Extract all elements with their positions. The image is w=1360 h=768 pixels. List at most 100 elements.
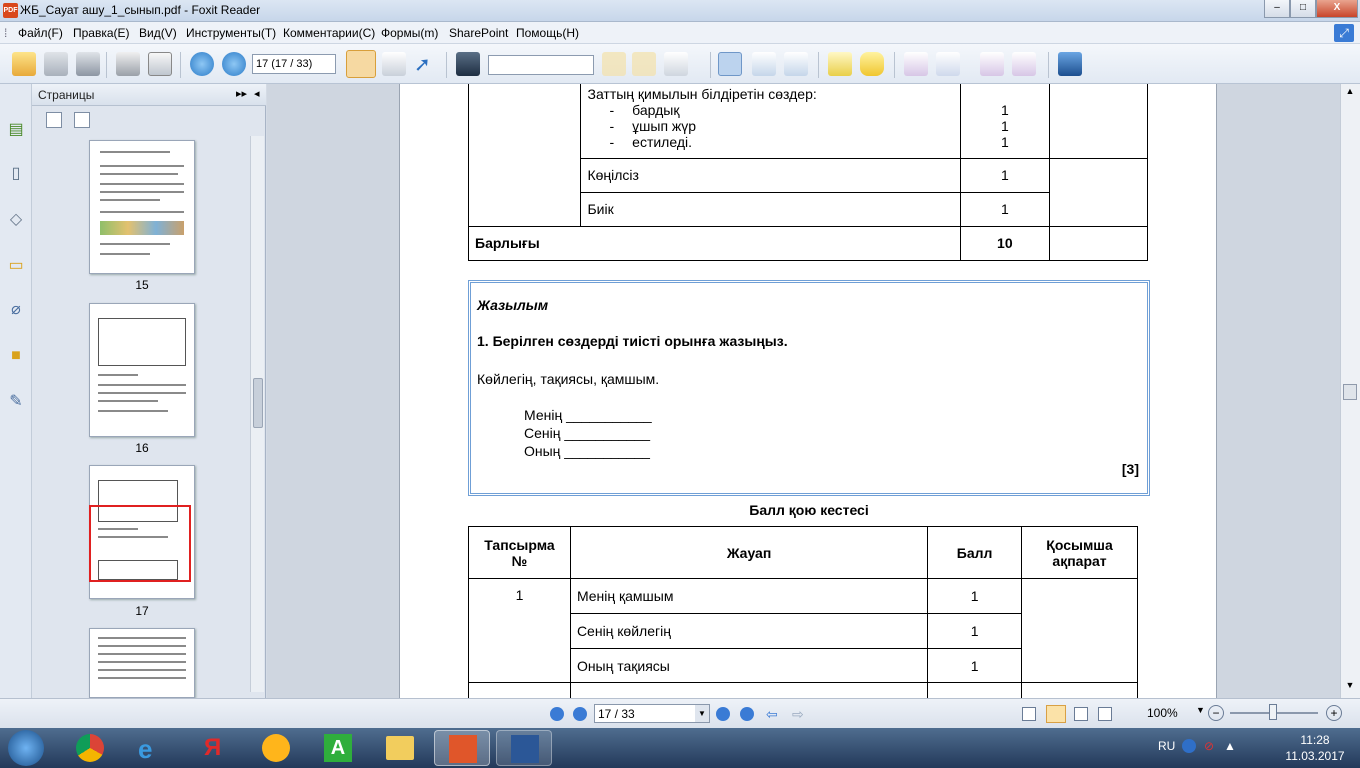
start-button-icon[interactable] [8,730,44,766]
select-arrow-icon[interactable]: ➚ [414,52,438,76]
page-selector[interactable]: 17 / 33 ▼ [594,704,710,723]
show-hidden-icons-icon[interactable]: ▲ [1224,739,1236,753]
maximize-button[interactable]: □ [1290,0,1316,18]
page-selector-value: 17 / 33 [598,707,635,721]
file-explorer-icon[interactable] [372,730,428,766]
scrollbar-thumb[interactable] [1343,384,1357,400]
thumbnail-page-18[interactable] [89,628,195,698]
sign-icon[interactable] [1058,52,1082,76]
minimize-button[interactable]: – [1264,0,1290,18]
expand-panel-icon[interactable]: ▸▸ [236,87,247,100]
side-tool-strip: ▤ ▯ ◇ ▭ ⌀ ■ ✎ [0,84,32,698]
print-icon[interactable] [116,52,140,76]
next-page-icon[interactable] [716,707,730,721]
thumbnail-zoom-in-icon[interactable] [46,112,62,128]
zoom-in-icon[interactable]: + [1326,705,1342,721]
zoom-dropdown-icon[interactable]: ▼ [1196,705,1205,715]
header-extra-info: Қосымша ақпарат [1021,526,1138,579]
yandex-browser-icon[interactable]: Я [186,730,242,766]
thumbnail-zoom-out-icon[interactable] [74,112,90,128]
language-indicator[interactable]: RU [1158,739,1175,753]
header-answer: Жауап [569,526,929,579]
continuous-facing-icon[interactable] [1098,707,1112,721]
find-previous-icon[interactable] [602,52,626,76]
menu-view[interactable]: Вид(V) [139,26,177,40]
create-pdf-icon[interactable] [904,52,928,76]
go-forward-icon[interactable]: ⇨ [792,706,804,723]
scroll-down-icon[interactable]: ▼ [1343,680,1357,692]
pdf-combine-icon[interactable] [1012,52,1036,76]
next-page-icon[interactable] [222,52,246,76]
zoom-level[interactable]: 100% [1147,706,1178,720]
resize-arrow-icon[interactable]: ⤢ [1334,24,1354,42]
clock-date[interactable]: 11.03.2017 [1280,749,1350,763]
thumbnail-page-15[interactable] [89,140,195,274]
mail-agent-icon[interactable] [248,730,304,766]
bookmarks-icon[interactable]: ▤ [6,120,26,140]
binoculars-search-icon[interactable] [456,52,480,76]
pdf-convert-icon[interactable] [936,52,960,76]
previous-page-icon[interactable] [190,52,214,76]
menu-help[interactable]: Помощь(H) [516,26,579,40]
document-view[interactable]: Заттың қимылын білдіретін сөздер: - барды… [267,84,1340,698]
page-number-field[interactable] [252,54,336,74]
layers-icon[interactable]: ◇ [6,210,26,230]
typewriter-icon[interactable] [828,52,852,76]
foxit-reader-task-icon[interactable] [434,730,490,766]
menu-forms[interactable]: Формы(m) [381,26,438,40]
facing-pages-icon[interactable] [1074,707,1088,721]
previous-page-icon[interactable] [573,707,587,721]
find-next-icon[interactable] [632,52,656,76]
thumbnail-page-16[interactable] [89,303,195,437]
clock-time[interactable]: 11:28 [1280,733,1350,747]
app-a-icon[interactable]: A [310,730,366,766]
internet-explorer-icon[interactable]: e [124,730,180,766]
menu-comments[interactable]: Комментарии(C) [283,26,375,40]
pdf-export-icon[interactable] [980,52,1004,76]
zoom-slider-handle[interactable] [1269,704,1277,720]
document-scrollbar[interactable]: ▲ ▼ [1340,84,1360,698]
single-page-icon[interactable] [1022,707,1036,721]
open-folder-icon[interactable] [12,52,36,76]
fit-page-icon[interactable] [752,52,776,76]
thumbnails-header: Страницы ▸▸ ◂ [32,84,266,106]
network-icon[interactable]: ⊘ [1204,739,1214,753]
comments-icon[interactable]: ▭ [6,256,26,276]
signatures-icon[interactable]: ✎ [6,392,26,412]
word-task-icon[interactable] [496,730,552,766]
hand-tool-icon[interactable] [346,50,376,78]
menu-tools[interactable]: Инструменты(T) [186,26,276,40]
thumbnail-page-17[interactable] [89,465,195,599]
select-text-icon[interactable] [382,52,406,76]
zoom-out-icon[interactable]: − [1208,705,1224,721]
menu-edit[interactable]: Правка(E) [73,26,130,40]
attachments-icon[interactable]: ⌀ [6,300,26,320]
help-icon[interactable] [1182,739,1196,753]
continuous-page-icon[interactable] [1046,705,1066,723]
last-page-icon[interactable] [740,707,754,721]
menu-file[interactable]: Файл(F) [18,26,63,40]
collapse-panel-icon[interactable]: ◂ [254,87,260,100]
chevron-down-icon[interactable]: ▼ [695,705,709,722]
thumbnails-scrollbar[interactable] [250,136,264,692]
first-page-icon[interactable] [550,707,564,721]
search-options-icon[interactable] [664,52,688,76]
go-back-icon[interactable]: ⇦ [766,706,778,723]
toolbar: ➚ [0,44,1360,84]
email-icon[interactable] [148,52,172,76]
actual-size-icon[interactable] [718,52,742,76]
search-input[interactable] [488,55,594,75]
fit-width-icon[interactable] [784,52,808,76]
note-comment-icon[interactable] [860,52,884,76]
save-icon[interactable] [44,52,68,76]
menu-sharepoint[interactable]: SharePoint [449,26,508,40]
security-lock-icon[interactable]: ■ [6,346,26,366]
chrome-icon[interactable] [62,730,118,766]
save-as-icon[interactable] [76,52,100,76]
page-thumbnails-panel: Страницы ▸▸ ◂ 15 16 17 [32,84,266,698]
close-button[interactable]: X [1316,0,1358,18]
header-score: Балл [927,526,1023,579]
scrollbar-thumb[interactable] [253,378,263,428]
scroll-up-icon[interactable]: ▲ [1343,86,1357,98]
pages-icon[interactable]: ▯ [6,164,26,184]
